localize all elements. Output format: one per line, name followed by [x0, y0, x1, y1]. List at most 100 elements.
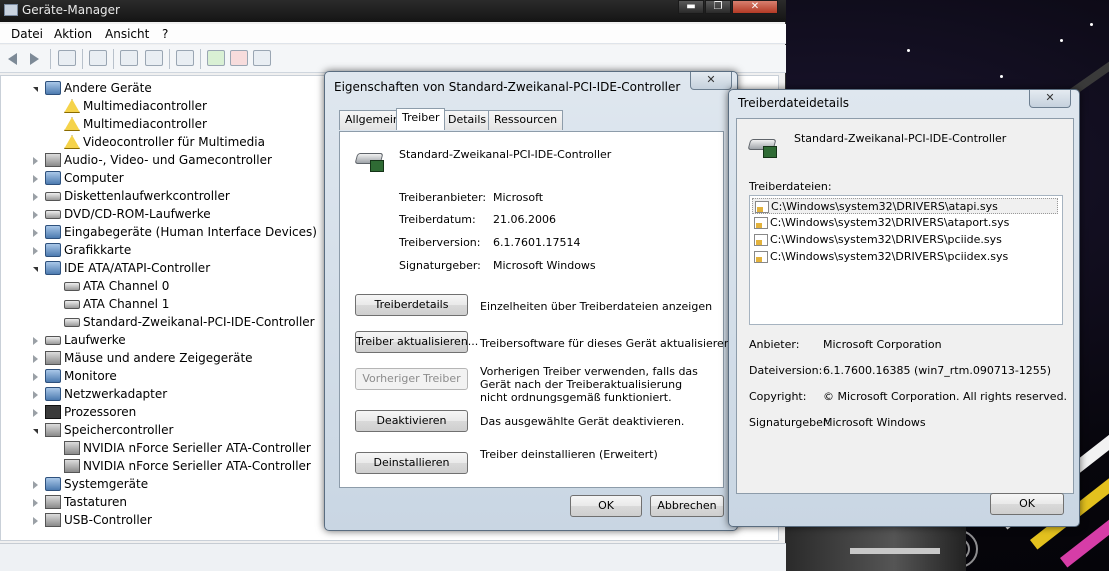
expand-arrow-icon[interactable]: [33, 337, 38, 345]
menu-aktion[interactable]: Aktion: [54, 27, 92, 41]
device-label: NVIDIA nForce Serieller ATA-Controller: [83, 441, 311, 455]
expand-arrow-icon[interactable]: [33, 481, 38, 489]
expand-arrow-icon[interactable]: [33, 229, 38, 237]
expand-arrow-icon[interactable]: [33, 355, 38, 363]
expand-arrow-icon[interactable]: [33, 193, 38, 201]
device-label: Speichercontroller: [64, 423, 174, 437]
menu-ansicht[interactable]: Ansicht: [105, 27, 149, 41]
back-arrow-icon[interactable]: [8, 53, 17, 65]
device-label: Monitore: [64, 369, 117, 383]
uninstall-device-icon[interactable]: [230, 50, 248, 66]
speaker-icon: [45, 153, 61, 167]
file-details-dialog-title: Treiberdateidetails: [738, 96, 850, 110]
ide-controller-device-icon: [354, 149, 386, 173]
device-name: Standard-Zweikanal-PCI-IDE-Controller: [399, 148, 612, 161]
expand-arrow-icon[interactable]: [33, 211, 38, 219]
driver-file-path: C:\Windows\system32\DRIVERS\pciidex.sys: [770, 250, 1009, 263]
minimize-button[interactable]: ▬: [678, 0, 704, 14]
warning-device-icon: [64, 117, 80, 131]
maximize-button[interactable]: ❐: [705, 0, 731, 14]
driver-file-item[interactable]: C:\Windows\system32\DRIVERS\pciidex.sys: [752, 249, 1058, 265]
show-hide-console-tree-icon[interactable]: [58, 50, 76, 66]
expand-arrow-icon[interactable]: [33, 517, 38, 525]
display-adapter-icon: [45, 243, 61, 257]
storage-controller-icon: [64, 459, 80, 473]
mouse-icon: [45, 351, 61, 365]
collapse-arrow-icon[interactable]: [33, 87, 38, 92]
star-decoration: [1000, 75, 1003, 78]
collapse-arrow-icon[interactable]: [33, 267, 38, 272]
help-icon[interactable]: [120, 50, 138, 66]
device-manager-titlebar[interactable]: Geräte-Manager ▬ ❐ ✕: [0, 0, 786, 22]
ide-controller-icon: [45, 261, 61, 275]
tab-ressourcen[interactable]: Ressourcen: [488, 110, 564, 130]
expand-arrow-icon[interactable]: [33, 391, 38, 399]
driver-file-details-dialog: Treiberdateidetails ✕ Standard-Zweikanal…: [728, 89, 1080, 527]
disable-device-icon[interactable]: [253, 50, 271, 66]
signed-file-icon: [755, 201, 769, 213]
driver-version-value: 6.1.7601.17514: [493, 236, 581, 249]
warning-device-icon: [64, 99, 80, 113]
rollback-driver-button[interactable]: Vorheriger Treiber: [355, 368, 468, 390]
expand-arrow-icon[interactable]: [33, 247, 38, 255]
device-label: Diskettenlaufwerkcontroller: [64, 189, 230, 203]
wallpaper-stripe: [850, 548, 940, 554]
collapse-arrow-icon[interactable]: [33, 429, 38, 434]
device-label: Multimediacontroller: [83, 117, 207, 131]
action-pane-icon[interactable]: [145, 50, 163, 66]
storage-controller-icon: [45, 423, 61, 437]
tab-treiber[interactable]: Treiber: [396, 108, 446, 130]
signed-file-icon: [754, 217, 768, 229]
device-label: Tastaturen: [64, 495, 127, 509]
expand-arrow-icon[interactable]: [33, 157, 38, 165]
processor-icon: [45, 405, 61, 419]
update-driver-icon[interactable]: [207, 50, 225, 66]
device-label: Laufwerke: [64, 333, 126, 347]
properties-dialog-title: Eigenschaften von Standard-Zweikanal-PCI…: [334, 80, 681, 94]
signer-label: Signaturgeber:: [399, 259, 481, 272]
disable-device-button[interactable]: Deaktivieren: [355, 410, 468, 432]
driver-provider-value: Microsoft: [493, 191, 544, 204]
menu-datei[interactable]: Datei: [11, 27, 43, 41]
scan-hardware-icon[interactable]: [176, 50, 194, 66]
forward-arrow-icon[interactable]: [30, 53, 39, 65]
driver-files-list[interactable]: C:\Windows\system32\DRIVERS\atapi.sys C:\…: [749, 195, 1063, 325]
file-version-value: 6.1.7600.16385 (win7_rtm.090713-1255): [823, 364, 1052, 377]
file-details-close-button[interactable]: ✕: [1029, 90, 1071, 108]
driver-file-item[interactable]: C:\Windows\system32\DRIVERS\atapi.sys: [752, 198, 1058, 214]
uninstall-device-button[interactable]: Deinstallieren: [355, 452, 468, 474]
tab-details[interactable]: Details: [442, 110, 493, 130]
driver-details-button[interactable]: Treiberdetails: [355, 294, 468, 316]
expand-arrow-icon[interactable]: [33, 175, 38, 183]
signer-value: Microsoft Windows: [493, 259, 596, 272]
device-label: NVIDIA nForce Serieller ATA-Controller: [83, 459, 311, 473]
device-manager-app-icon: [4, 4, 18, 16]
device-label: Eingabegeräte (Human Interface Devices): [64, 225, 317, 239]
vendor-label: Anbieter:: [749, 338, 800, 351]
driver-file-item[interactable]: C:\Windows\system32\DRIVERS\ataport.sys: [752, 215, 1058, 231]
cancel-button[interactable]: Abbrechen: [650, 495, 724, 517]
disable-device-description: Das ausgewählte Gerät deaktivieren.: [480, 415, 685, 428]
properties-close-button[interactable]: ✕: [690, 72, 732, 90]
menu-help[interactable]: ?: [162, 27, 168, 41]
device-label: Mäuse und andere Zeigegeräte: [64, 351, 253, 365]
device-label: Standard-Zweikanal-PCI-IDE-Controller: [83, 315, 315, 329]
driver-date-value: 21.06.2006: [493, 213, 556, 226]
ide-channel-icon: [64, 282, 80, 291]
device-label: Computer: [64, 171, 124, 185]
file-details-ok-button[interactable]: OK: [990, 493, 1064, 515]
status-bar: [0, 543, 786, 571]
copyright-label: Copyright:: [749, 390, 807, 403]
ide-channel-icon: [64, 300, 80, 309]
expand-arrow-icon[interactable]: [33, 499, 38, 507]
toolbar-separator: [113, 49, 114, 69]
ok-button[interactable]: OK: [570, 495, 642, 517]
update-driver-button[interactable]: Treiber aktualisieren...: [355, 331, 478, 353]
driver-file-item[interactable]: C:\Windows\system32\DRIVERS\pciide.sys: [752, 232, 1058, 248]
expand-arrow-icon[interactable]: [33, 409, 38, 417]
disc-drive-icon: [45, 210, 61, 219]
expand-arrow-icon[interactable]: [33, 373, 38, 381]
file-signer-value: Microsoft Windows: [823, 416, 926, 429]
properties-icon[interactable]: [89, 50, 107, 66]
close-button[interactable]: ✕: [732, 0, 778, 14]
